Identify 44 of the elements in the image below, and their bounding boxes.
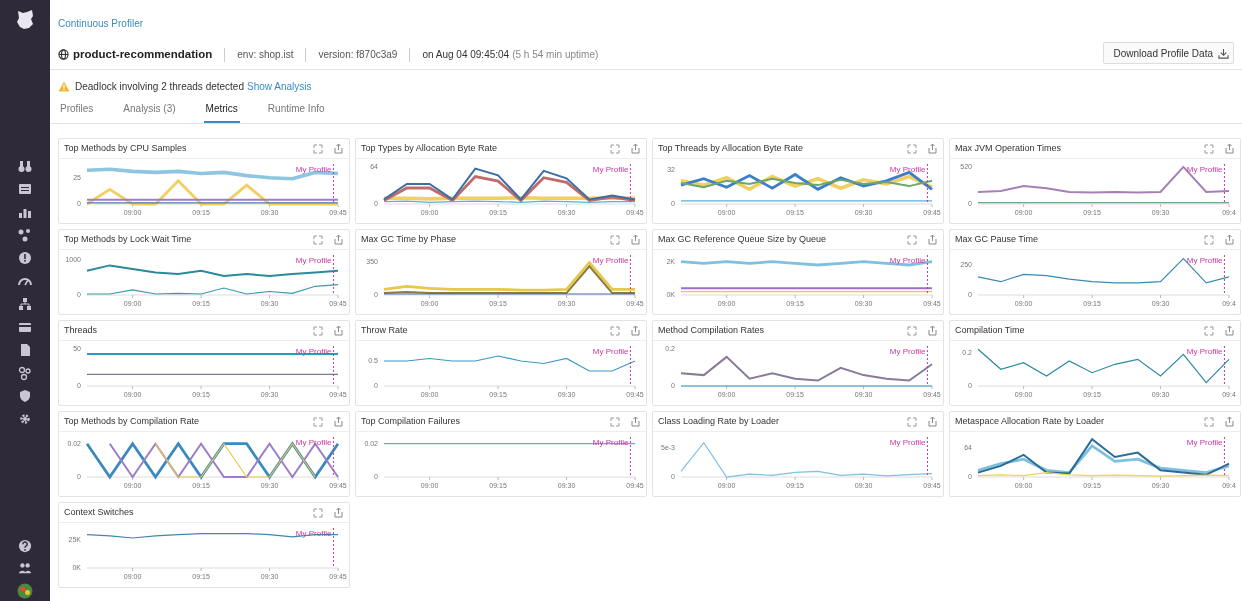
tab[interactable]: Profiles (58, 101, 96, 123)
tab[interactable]: Analysis (3) (121, 101, 178, 123)
marker-label: My Profile (1186, 165, 1223, 174)
breadcrumb-link[interactable]: Continuous Profiler (58, 18, 144, 29)
marker-label: My Profile (295, 165, 332, 174)
chart-title: Compilation Time (955, 323, 1025, 337)
marker-label: My Profile (1186, 256, 1223, 265)
chart-title: Top Threads by Allocation Byte Rate (658, 141, 803, 155)
marker-label: My Profile (295, 256, 332, 265)
marker-label: My Profile (592, 256, 629, 265)
show-analysis-link[interactable]: Show Analysis (247, 78, 312, 94)
marker-label: My Profile (889, 256, 926, 265)
download-button[interactable]: Download Profile Data (1102, 42, 1234, 64)
chart-title: Context Switches (64, 505, 134, 519)
tab[interactable]: Metrics (203, 101, 240, 123)
env-tag: env: shop.ist (237, 47, 294, 62)
chart-title: Metaspace Allocation Rate by Loader (955, 414, 1105, 428)
marker-label: My Profile (1186, 347, 1223, 356)
chart-title: Class Loading Rate by Loader (658, 414, 780, 428)
version-tag: version: f870c3a9 (318, 47, 398, 62)
chart-title: Top Types by Allocation Byte Rate (361, 141, 497, 155)
marker-label: My Profile (592, 165, 629, 174)
marker-label: My Profile (889, 347, 926, 356)
marker-label: My Profile (1186, 438, 1223, 447)
marker-label: My Profile (889, 165, 926, 174)
chart-title: Max GC Pause Time (955, 232, 1039, 246)
chart-title: Max GC Time by Phase (361, 232, 457, 246)
chart-title: Max GC Reference Queue Size by Queue (658, 232, 827, 246)
chart-title: Top Compilation Failures (361, 414, 461, 428)
uptime: (5 h 54 min uptime) (512, 48, 599, 62)
chart-title: Max JVM Operation Times (955, 141, 1062, 155)
chart-title: Threads (64, 323, 98, 337)
tab[interactable]: Runtime Info (265, 101, 327, 123)
marker-label: My Profile (295, 438, 332, 447)
chart-title: Top Methods by Lock Wait Time (64, 232, 192, 246)
chart-title: Top Methods by Compilation Rate (64, 414, 200, 428)
service-name: product-recommendation (73, 46, 213, 62)
chart-title: Method Compilation Rates (658, 323, 765, 337)
marker-label: My Profile (592, 347, 629, 356)
timestamp: on Aug 04 09:45:04 (422, 48, 510, 62)
chart-title: Top Methods by CPU Samples (64, 141, 187, 155)
marker-label: My Profile (889, 438, 926, 447)
chart-title: Throw Rate (361, 323, 408, 337)
alert-message: Deadlock involving 2 threads detected (75, 79, 244, 94)
